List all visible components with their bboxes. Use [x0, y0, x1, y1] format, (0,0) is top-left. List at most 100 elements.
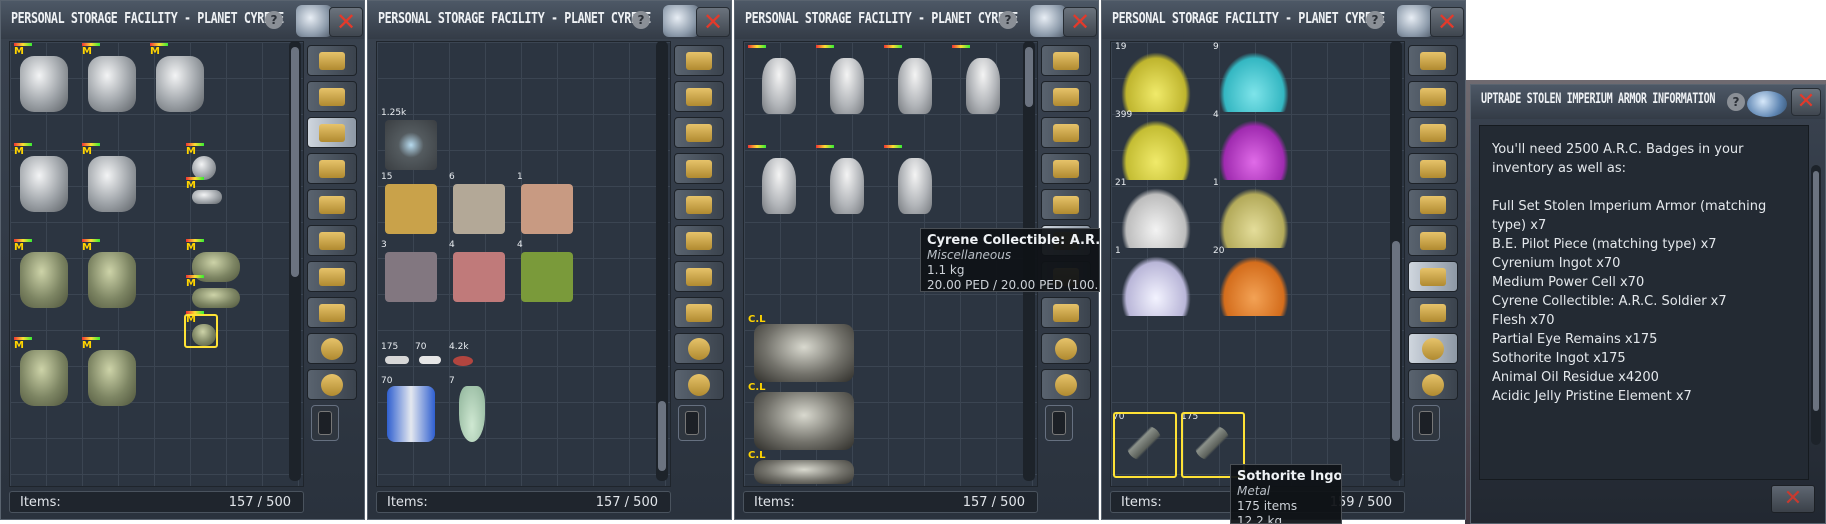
- item-slot[interactable]: M: [14, 43, 74, 116]
- item-slot[interactable]: [748, 145, 808, 218]
- category-armor[interactable]: [1041, 81, 1091, 112]
- help-button[interactable]: ?: [632, 11, 650, 29]
- item-slot[interactable]: 70: [381, 376, 441, 446]
- category-auction[interactable]: [678, 405, 706, 441]
- item-slot[interactable]: 1: [517, 172, 577, 242]
- help-button[interactable]: ?: [265, 11, 283, 29]
- item-slot[interactable]: [884, 45, 944, 118]
- close-button[interactable]: ✕: [1791, 88, 1821, 116]
- item-slot[interactable]: 3: [381, 240, 441, 310]
- category-weapons[interactable]: [307, 153, 357, 184]
- title-bar[interactable]: PERSONAL STORAGE FACILITY - PLANET CYREN…: [1102, 1, 1465, 39]
- category-materials[interactable]: [674, 261, 724, 292]
- help-button[interactable]: ?: [999, 11, 1017, 29]
- category-all[interactable]: [307, 45, 357, 76]
- category-enhancers[interactable]: [674, 297, 724, 328]
- item-slot[interactable]: C.L: [748, 314, 868, 384]
- item-slot[interactable]: 1: [1213, 178, 1293, 248]
- chat-bubble-icon[interactable]: [1747, 91, 1787, 117]
- close-button[interactable]: ✕: [1063, 7, 1097, 37]
- category-animals[interactable]: [674, 369, 724, 400]
- storage-cube-icon[interactable]: [1030, 5, 1066, 37]
- item-slot[interactable]: C.L: [748, 382, 868, 452]
- help-button[interactable]: ?: [1727, 93, 1745, 111]
- item-slot[interactable]: M: [14, 337, 74, 410]
- category-animals[interactable]: [307, 369, 357, 400]
- storage-cube-icon[interactable]: [296, 5, 332, 37]
- category-clothes[interactable]: [307, 117, 357, 148]
- category-misc[interactable]: [1041, 333, 1091, 364]
- category-armor[interactable]: [1408, 81, 1458, 112]
- item-slot[interactable]: 399: [1115, 110, 1195, 180]
- item-slot[interactable]: 21: [1115, 178, 1195, 248]
- category-tools[interactable]: [307, 189, 357, 220]
- item-slot[interactable]: 20: [1213, 246, 1293, 316]
- item-slot[interactable]: 1.25k: [381, 108, 441, 178]
- close-button[interactable]: ✕: [696, 7, 730, 37]
- dialog-close-button[interactable]: ✕: [1771, 485, 1815, 513]
- category-tools[interactable]: [1408, 189, 1458, 220]
- item-slot[interactable]: M: [82, 43, 142, 116]
- category-weapons[interactable]: [1041, 153, 1091, 184]
- category-animals[interactable]: [1408, 369, 1458, 400]
- category-materials[interactable]: [1408, 261, 1458, 292]
- item-slot[interactable]: 6: [449, 172, 509, 242]
- item-slot[interactable]: M: [150, 43, 210, 116]
- category-clothes[interactable]: [674, 117, 724, 148]
- category-tools[interactable]: [674, 189, 724, 220]
- title-bar[interactable]: PERSONAL STORAGE FACILITY - PLANET CYREN…: [735, 1, 1098, 39]
- item-slot[interactable]: M: [82, 337, 142, 410]
- category-misc[interactable]: [1408, 333, 1458, 364]
- category-armor[interactable]: [674, 81, 724, 112]
- item-slot[interactable]: M: [14, 143, 74, 216]
- category-enhancers[interactable]: [1041, 297, 1091, 328]
- close-button[interactable]: ✕: [329, 7, 363, 37]
- item-slot[interactable]: M: [14, 239, 74, 312]
- category-enhancers[interactable]: [307, 297, 357, 328]
- item-slot[interactable]: 4: [1213, 110, 1293, 180]
- storage-cube-icon[interactable]: [663, 5, 699, 37]
- item-slot[interactable]: M: [82, 143, 142, 216]
- category-misc[interactable]: [674, 333, 724, 364]
- item-slot[interactable]: [816, 45, 876, 118]
- category-all[interactable]: [1408, 45, 1458, 76]
- item-slot[interactable]: 4: [517, 240, 577, 310]
- category-all[interactable]: [1041, 45, 1091, 76]
- item-slot[interactable]: 15: [381, 172, 441, 242]
- category-armor[interactable]: [307, 81, 357, 112]
- category-animals[interactable]: [1041, 369, 1091, 400]
- item-slot[interactable]: 9: [1213, 42, 1293, 112]
- category-materials[interactable]: [307, 261, 357, 292]
- title-bar[interactable]: UPTRADE STOLEN IMPERIUM ARMOR INFORMATIO…: [1471, 85, 1825, 119]
- category-clothes[interactable]: [1041, 117, 1091, 148]
- item-slot[interactable]: [884, 145, 944, 218]
- title-bar[interactable]: PERSONAL STORAGE FACILITY - PLANET CYREN…: [1, 1, 364, 39]
- category-misc[interactable]: [307, 333, 357, 364]
- title-bar[interactable]: PERSONAL STORAGE FACILITY - PLANET CYREN…: [368, 1, 731, 39]
- item-slot[interactable]: 1: [1115, 246, 1195, 316]
- close-button[interactable]: ✕: [1430, 7, 1464, 37]
- item-slot[interactable]: [816, 145, 876, 218]
- item-slot[interactable]: 19: [1115, 42, 1195, 112]
- category-auction[interactable]: [1045, 405, 1073, 441]
- category-weapons[interactable]: [674, 153, 724, 184]
- vertical-scrollbar[interactable]: [289, 41, 301, 481]
- vertical-scrollbar[interactable]: [656, 41, 668, 481]
- vertical-scrollbar[interactable]: [1390, 41, 1402, 481]
- help-button[interactable]: ?: [1366, 11, 1384, 29]
- category-auction[interactable]: [311, 405, 339, 441]
- item-slot[interactable]: C.L: [748, 450, 868, 484]
- category-all[interactable]: [674, 45, 724, 76]
- item-slot[interactable]: 4: [449, 240, 509, 310]
- category-blueprints[interactable]: [307, 225, 357, 256]
- category-weapons[interactable]: [1408, 153, 1458, 184]
- category-blueprints[interactable]: [1408, 225, 1458, 256]
- category-blueprints[interactable]: [674, 225, 724, 256]
- item-slot[interactable]: [952, 45, 1012, 118]
- item-slot[interactable]: [748, 45, 808, 118]
- category-clothes[interactable]: [1408, 117, 1458, 148]
- item-grid[interactable]: 19 9 399 4 21 1 1 20 70 175: [1110, 41, 1405, 487]
- storage-cube-icon[interactable]: [1397, 5, 1433, 37]
- item-slot[interactable]: 7: [449, 376, 509, 446]
- category-tools[interactable]: [1041, 189, 1091, 220]
